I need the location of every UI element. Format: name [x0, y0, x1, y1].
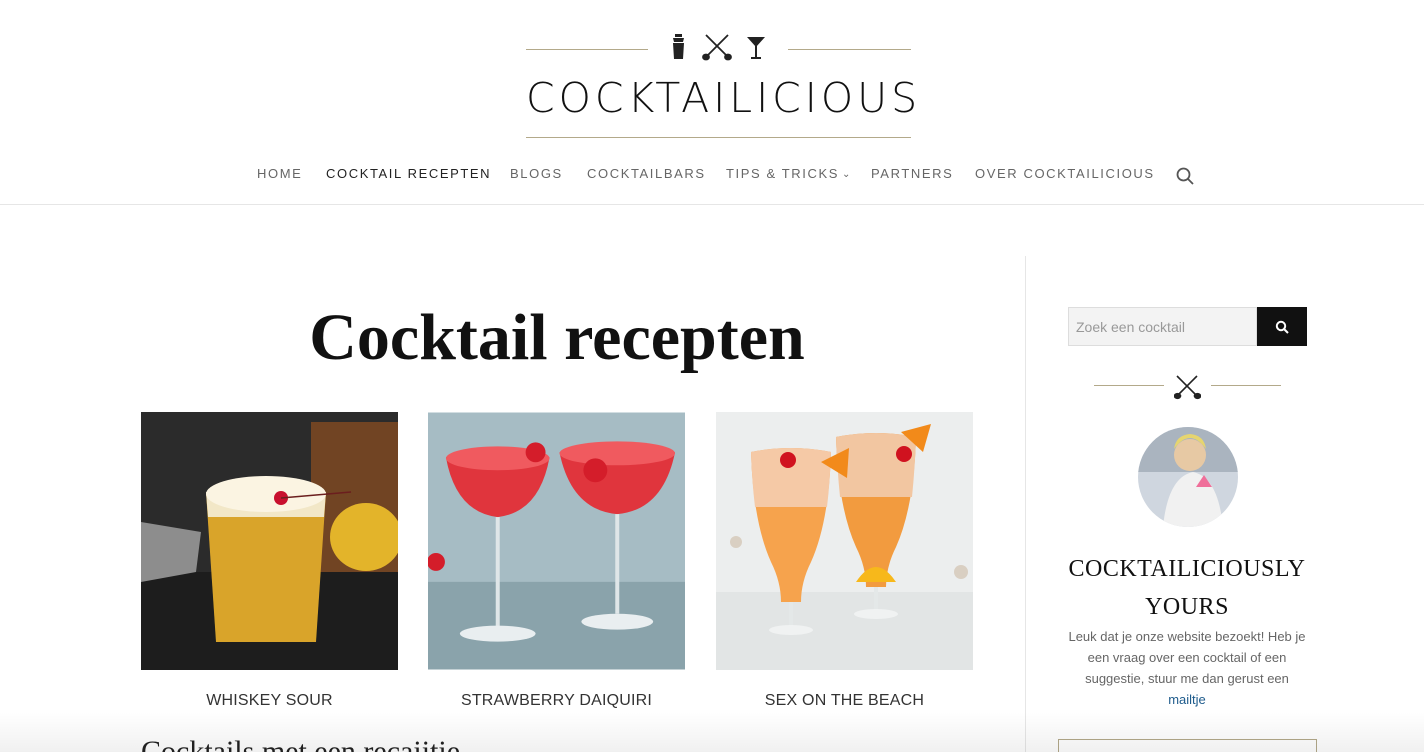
- nav-item-partners[interactable]: PARTNERS: [871, 166, 953, 181]
- header-divider: [0, 204, 1424, 205]
- recipe-image[interactable]: [716, 412, 973, 670]
- search-icon[interactable]: [1175, 166, 1195, 186]
- logo-line-left: [526, 49, 648, 50]
- main-navigation: HOME COCKTAIL RECEPTEN BLOGS COCKTAILBAR…: [0, 166, 1424, 186]
- martini-glass-icon: [747, 37, 765, 59]
- sidebar-divider: [1025, 256, 1026, 752]
- section-subheading: Cocktails met een recaiitie: [141, 735, 461, 752]
- sidebar-button[interactable]: [1058, 739, 1317, 752]
- nav-item-over-cocktailicious[interactable]: OVER COCKTAILICIOUS: [975, 166, 1155, 181]
- sidebar-heading: COCKTAILICIOUSLY YOURS: [1068, 556, 1306, 620]
- crossed-spoons-icon: [702, 34, 732, 61]
- recipe-card-sex-on-the-beach[interactable]: SEX ON THE BEACH: [716, 412, 973, 710]
- cocktail-shaker-icon: [673, 34, 684, 59]
- recipe-card-strawberry-daiquiri[interactable]: STRAWBERRY DAIQUIRI: [428, 412, 685, 710]
- page-title: Cocktail recepten: [309, 301, 805, 374]
- logo-line-right: [788, 49, 911, 50]
- nav-item-cocktail-recepten[interactable]: COCKTAIL RECEPTEN: [326, 166, 491, 181]
- chevron-down-icon: ⌄: [842, 169, 853, 180]
- nav-item-cocktailbars[interactable]: COCKTAILBARS: [587, 166, 706, 181]
- sidebar-intro-text: Leuk dat je onze website bezoekt! Heb je…: [1068, 629, 1306, 686]
- nav-item-home[interactable]: HOME: [257, 166, 302, 181]
- logo-icons: [673, 34, 765, 61]
- recipe-title[interactable]: WHISKEY SOUR: [141, 692, 398, 710]
- logo-wordmark[interactable]: COCKTAILICIOUS: [526, 74, 917, 122]
- nav-item-blogs[interactable]: BLOGS: [510, 166, 563, 181]
- sidebar-search-form: [1068, 307, 1307, 346]
- recipe-image[interactable]: [428, 412, 685, 670]
- recipe-card-whiskey-sour[interactable]: WHISKEY SOUR: [141, 412, 398, 710]
- mail-link[interactable]: mailtje: [1168, 692, 1206, 707]
- nav-item-tips-tricks-label: TIPS & TRICKS: [726, 166, 840, 181]
- sidebar-ornament-line-right: [1211, 385, 1281, 386]
- nav-item-tips-tricks[interactable]: TIPS & TRICKS ⌄: [726, 166, 852, 181]
- sidebar-ornament-line-left: [1094, 385, 1164, 386]
- avatar: [1138, 427, 1238, 527]
- recipe-image[interactable]: [141, 412, 398, 670]
- recipe-title[interactable]: STRAWBERRY DAIQUIRI: [428, 692, 685, 710]
- search-icon: [1275, 320, 1289, 334]
- recipe-title[interactable]: SEX ON THE BEACH: [716, 692, 973, 710]
- logo-underline: [526, 137, 911, 138]
- site-header: COCKTAILICIOUS: [0, 0, 1424, 150]
- crossed-spoons-icon: [1174, 375, 1201, 400]
- sidebar-search-button[interactable]: [1257, 307, 1307, 346]
- sidebar-intro: Leuk dat je onze website bezoekt! Heb je…: [1068, 626, 1306, 710]
- sidebar-search-input[interactable]: [1068, 307, 1257, 346]
